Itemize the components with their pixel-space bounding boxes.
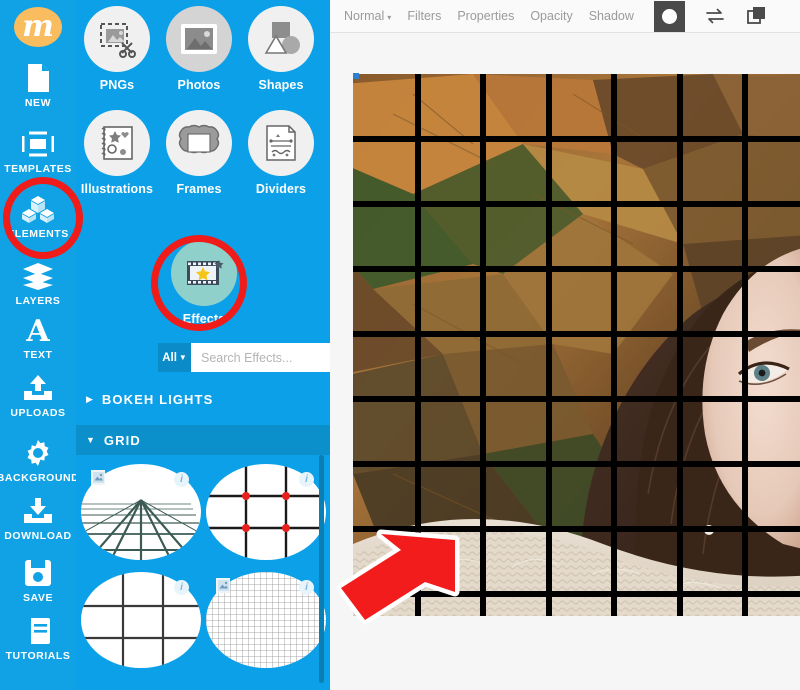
layers-icon xyxy=(21,260,55,292)
flip-swap-icon[interactable] xyxy=(703,4,727,28)
grid-effects-thumbnails: i i i i xyxy=(76,462,330,668)
category-pngs[interactable]: PNGs xyxy=(79,6,155,92)
rail-label-save: SAVE xyxy=(22,592,53,604)
toolbar-filters[interactable]: Filters xyxy=(407,9,441,23)
rail-item-save[interactable]: SAVE xyxy=(0,557,76,604)
thumbnail-row: i i xyxy=(76,570,330,668)
rail-item-elements[interactable]: ELEMENTS xyxy=(0,193,76,240)
search-filter-label: All xyxy=(162,351,177,364)
canvas-workspace xyxy=(330,33,800,690)
section-label-bokeh-lights: BOKEH LIGHTS xyxy=(101,391,214,407)
download-icon xyxy=(21,495,55,527)
rail-label-download: DOWNLOAD xyxy=(4,530,72,542)
grid-effect-overlay xyxy=(353,74,800,616)
elements-cubes-icon xyxy=(21,193,55,225)
element-category-grid: PNGs Photos Shapes Illustrations Frames … xyxy=(76,0,330,196)
app-logo[interactable]: m xyxy=(14,7,62,47)
templates-icon xyxy=(21,128,55,160)
rail-item-layers[interactable]: LAYERS xyxy=(0,260,76,307)
info-badge-icon[interactable]: i xyxy=(299,472,314,487)
section-label-grid: GRID xyxy=(103,432,141,448)
image-editor-window: m NEW TEMPLATES ELEMENTS LAYERS A TEXT U… xyxy=(0,0,800,690)
category-label-photos: Photos xyxy=(177,78,221,92)
section-bokeh-lights[interactable]: ▶ BOKEH LIGHTS xyxy=(76,384,330,414)
new-document-icon xyxy=(21,62,55,94)
book-tutorials-icon xyxy=(21,615,55,647)
category-photos[interactable]: Photos xyxy=(161,6,237,92)
rail-item-uploads[interactable]: UPLOADS xyxy=(0,372,76,419)
canvas-toolbar: Normal ▾ Filters Properties Opacity Shado… xyxy=(330,0,800,33)
image-badge-icon xyxy=(216,578,230,593)
category-effects[interactable]: Effects xyxy=(166,240,242,326)
chevron-down-icon: ▼ xyxy=(178,353,187,362)
canvas[interactable] xyxy=(353,74,800,616)
category-label-pngs: PNGs xyxy=(99,78,135,92)
toolbar-properties[interactable]: Properties xyxy=(457,9,514,23)
rail-label-uploads: UPLOADS xyxy=(10,407,66,419)
chevron-down-icon: ▾ xyxy=(387,13,392,22)
category-frames[interactable]: Frames xyxy=(161,110,237,196)
chevron-down-icon: ▼ xyxy=(86,435,95,445)
thumbnail-fine-mesh-grid[interactable]: i xyxy=(206,572,326,668)
toolbar-opacity[interactable]: Opacity xyxy=(530,9,572,23)
toolbar-shadow[interactable]: Shadow xyxy=(589,9,634,23)
duplicate-layer-icon[interactable] xyxy=(745,4,769,28)
rail-label-layers: LAYERS xyxy=(15,295,61,307)
category-label-shapes: Shapes xyxy=(258,78,304,92)
rail-label-tutorials: TUTORIALS xyxy=(5,650,71,662)
selection-handle[interactable] xyxy=(353,73,359,79)
divider-icon xyxy=(248,110,314,176)
rail-item-background[interactable]: BACKGROUND xyxy=(0,437,76,484)
thumbnail-rule-of-thirds-grid[interactable]: i xyxy=(206,464,326,560)
blend-mode-label: Normal xyxy=(344,9,385,23)
category-label-effects: Effects xyxy=(182,312,226,326)
panel-scrollbar[interactable] xyxy=(319,455,324,683)
rail-label-text: TEXT xyxy=(23,349,53,361)
rail-label-background: BACKGROUND xyxy=(0,472,76,484)
illustrations-icon xyxy=(84,110,150,176)
search-input[interactable] xyxy=(191,343,330,372)
section-grid[interactable]: ▼ GRID xyxy=(76,425,330,455)
rail-item-tutorials[interactable]: TUTORIALS xyxy=(0,615,76,662)
effects-search-row: All ▼ xyxy=(158,343,330,372)
image-badge-icon xyxy=(91,470,105,485)
gear-icon xyxy=(21,437,55,469)
search-filter-dropdown[interactable]: All ▼ xyxy=(158,343,191,372)
rail-item-download[interactable]: DOWNLOAD xyxy=(0,495,76,542)
upload-icon xyxy=(21,372,55,404)
category-label-illustrations: Illustrations xyxy=(80,182,154,196)
floppy-save-icon xyxy=(21,557,55,589)
rail-label-templates: TEMPLATES xyxy=(4,163,72,175)
color-swatch[interactable] xyxy=(653,0,685,32)
thumbnail-row: i i xyxy=(76,462,330,560)
thumbnail-perspective-grid[interactable]: i xyxy=(81,464,201,560)
frame-icon xyxy=(166,110,232,176)
info-badge-icon[interactable]: i xyxy=(174,580,189,595)
swatch-dot xyxy=(661,8,677,24)
effects-filmstrip-star-icon xyxy=(171,240,237,306)
png-cutout-icon xyxy=(84,6,150,72)
category-label-dividers: Dividers xyxy=(255,182,307,196)
info-badge-icon[interactable]: i xyxy=(174,472,189,487)
rail-item-new[interactable]: NEW xyxy=(0,62,76,109)
category-label-frames: Frames xyxy=(176,182,222,196)
category-shapes[interactable]: Shapes xyxy=(243,6,319,92)
chevron-right-icon: ▶ xyxy=(86,393,93,404)
svg-text:A: A xyxy=(25,315,50,345)
photo-icon xyxy=(166,6,232,72)
rail-item-text[interactable]: A TEXT xyxy=(0,314,76,361)
rail-item-templates[interactable]: TEMPLATES xyxy=(0,128,76,175)
category-dividers[interactable]: Dividers xyxy=(243,110,319,196)
text-a-icon: A xyxy=(21,314,55,346)
shapes-icon xyxy=(248,6,314,72)
thumbnail-thirds-grid[interactable]: i xyxy=(81,572,201,668)
info-badge-icon[interactable]: i xyxy=(299,580,314,595)
rail-label-elements: ELEMENTS xyxy=(7,228,69,240)
left-icon-rail: m NEW TEMPLATES ELEMENTS LAYERS A TEXT U… xyxy=(0,0,76,690)
rail-label-new: NEW xyxy=(24,97,52,109)
category-illustrations[interactable]: Illustrations xyxy=(79,110,155,196)
blend-mode-dropdown[interactable]: Normal ▾ xyxy=(344,9,391,23)
